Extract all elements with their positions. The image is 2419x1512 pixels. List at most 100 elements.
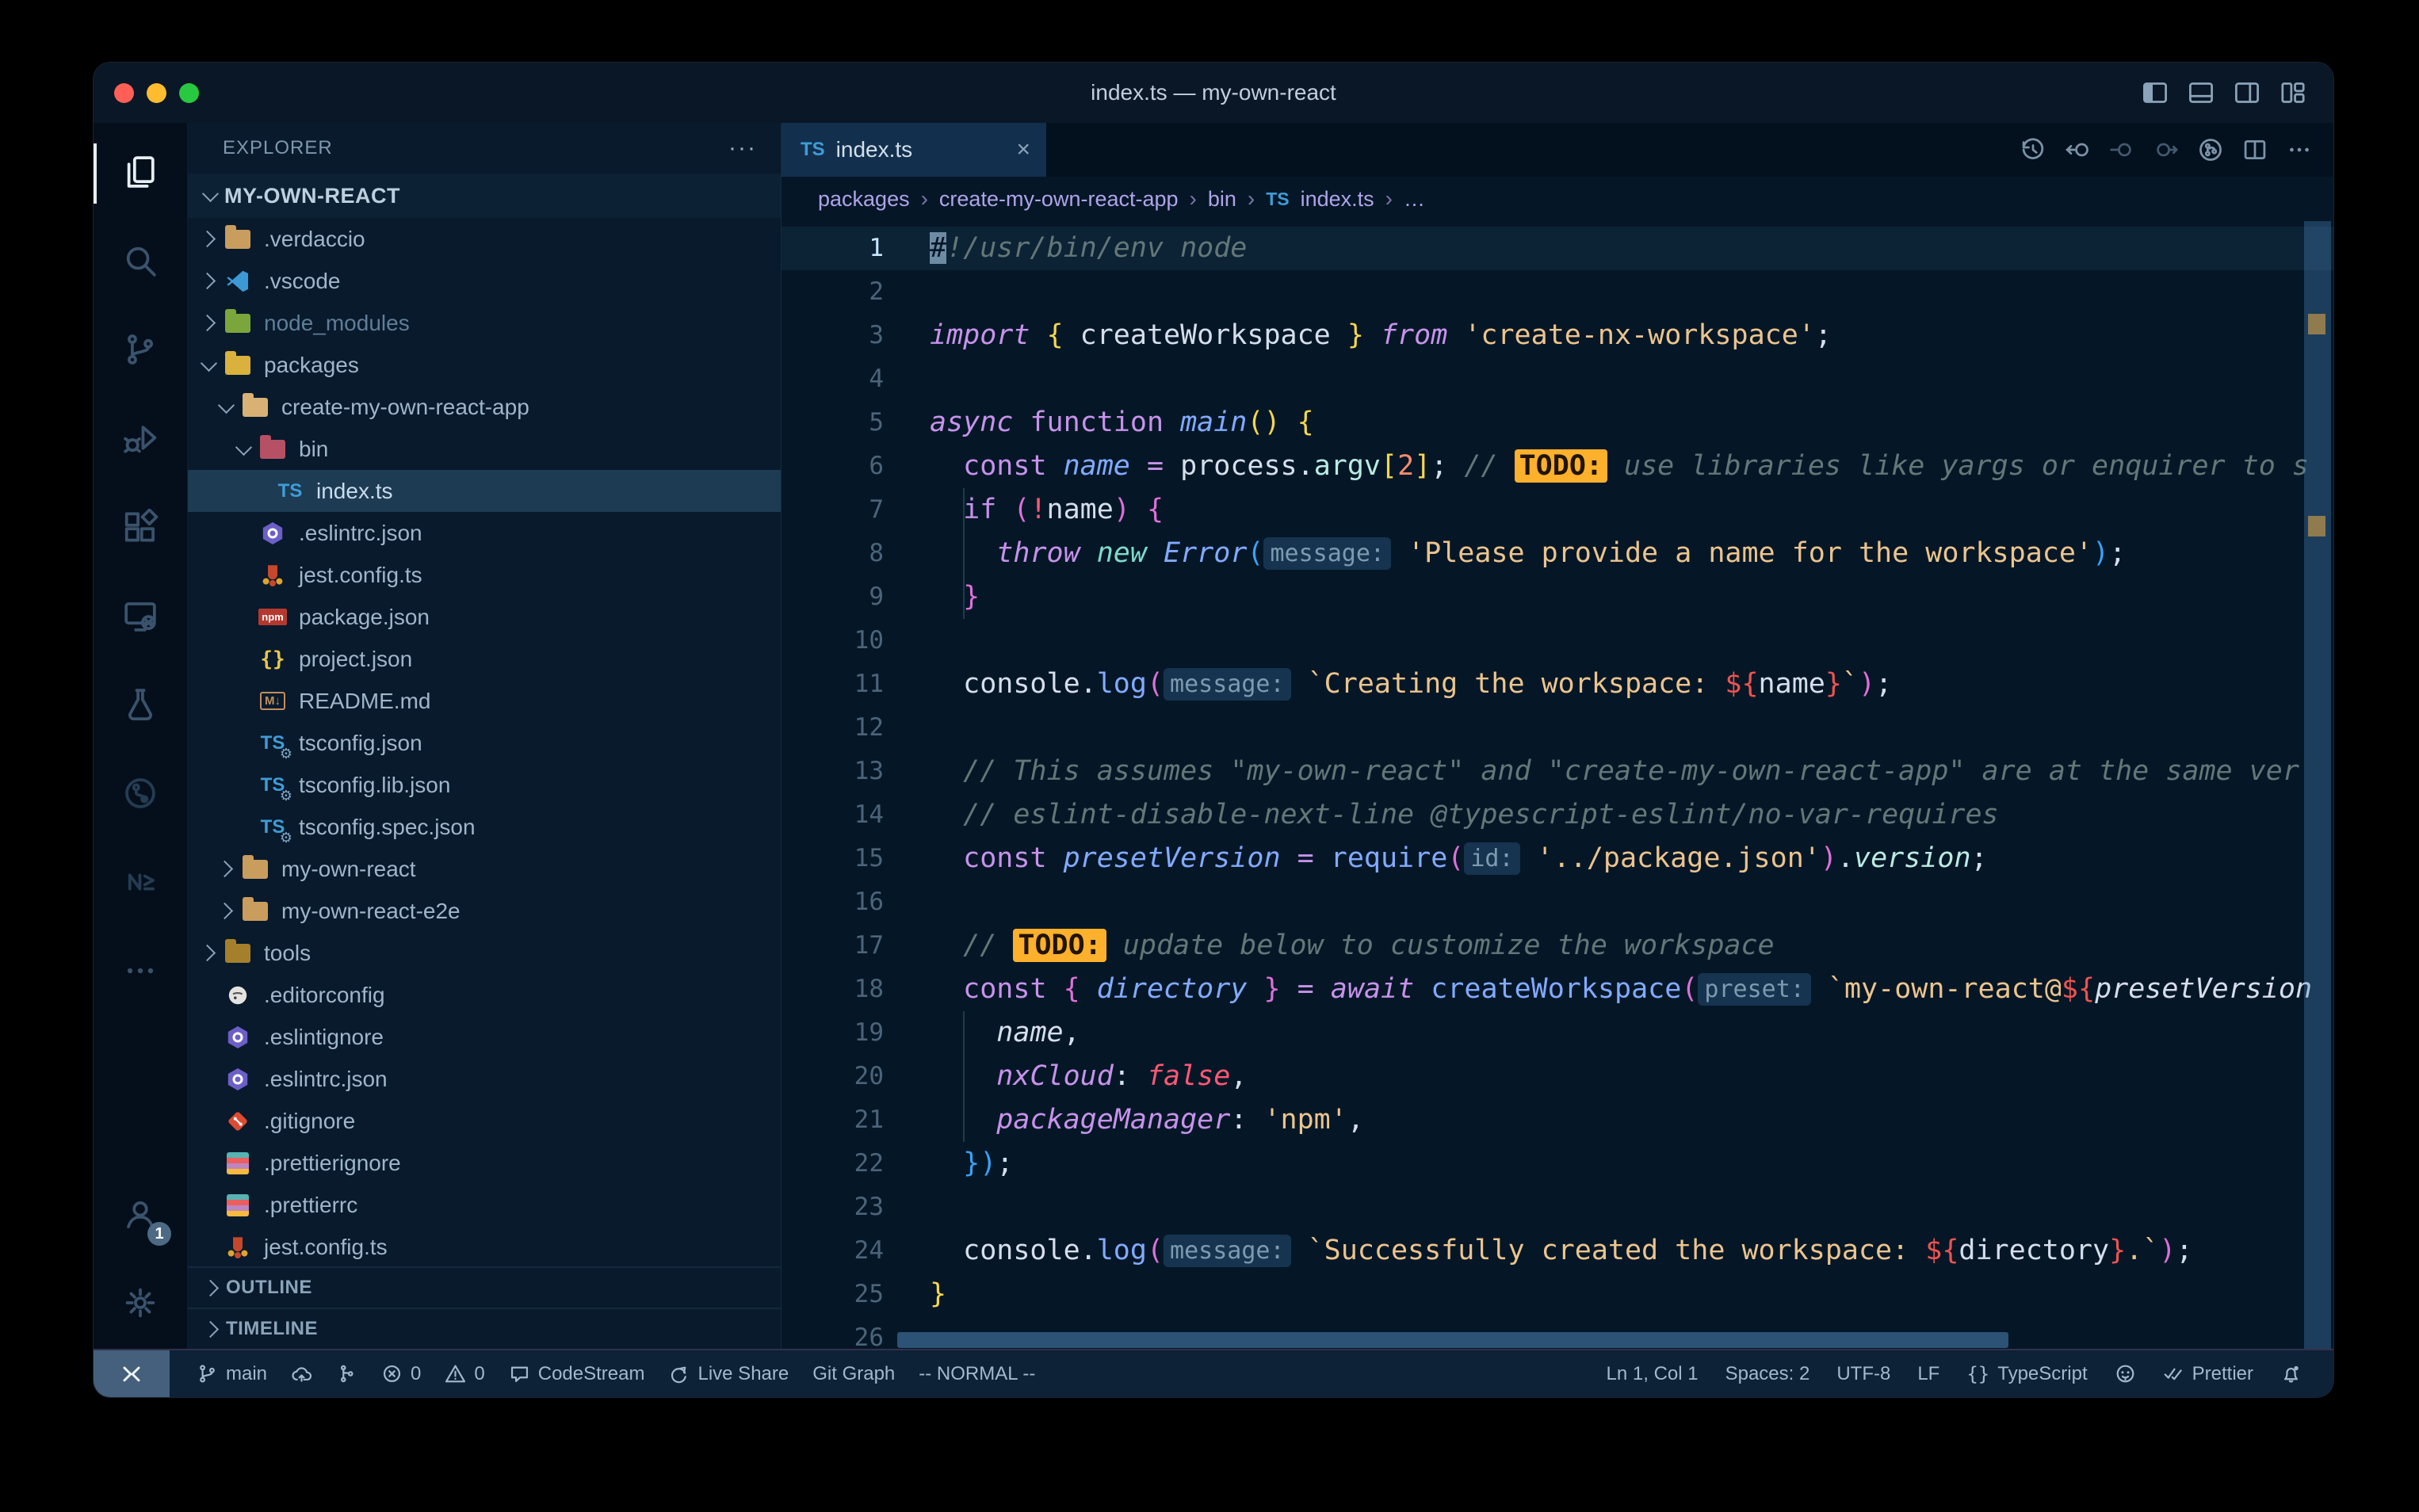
activity-source-control[interactable]: [94, 307, 187, 395]
git-graph-button[interactable]: [336, 1363, 357, 1384]
tree-item[interactable]: packages: [188, 344, 781, 386]
tree-item-label: .eslintrc.json: [264, 1067, 388, 1092]
remote-indicator[interactable]: [94, 1350, 170, 1397]
explorer-sidebar: EXPLORER ··· MY-OWN-REACT .verdaccio.vsc…: [188, 123, 781, 1349]
tree-item[interactable]: .eslintrc.json: [188, 1058, 781, 1100]
timeline-history-button[interactable]: [2020, 136, 2046, 163]
token: log: [1097, 1235, 1147, 1266]
folder-shape: [243, 902, 268, 921]
timeline-section[interactable]: TIMELINE: [188, 1308, 781, 1349]
indentation[interactable]: Spaces: 2: [1725, 1363, 1810, 1385]
nav-forward-button[interactable]: [2153, 136, 2180, 163]
activity-search[interactable]: [94, 218, 187, 307]
open-changes-button[interactable]: [2064, 136, 2091, 163]
toggle-secondary-sidebar-button[interactable]: [2234, 79, 2260, 106]
tree-item[interactable]: .vscode: [188, 260, 781, 302]
vim-mode[interactable]: -- NORMAL --: [919, 1363, 1035, 1385]
error-icon: [381, 1363, 403, 1384]
activity-explorer[interactable]: [94, 129, 187, 218]
notifications[interactable]: [2280, 1363, 2302, 1384]
tree-item-label: .editorconfig: [264, 983, 385, 1008]
code-editor[interactable]: 1#!/usr/bin/env node23import { createWor…: [781, 221, 2333, 1349]
breadcrumb-item[interactable]: bin: [1208, 187, 1236, 212]
customize-layout-button[interactable]: [2280, 79, 2306, 106]
tree-item[interactable]: npmpackage.json: [188, 596, 781, 638]
tree-item[interactable]: node_modules: [188, 302, 781, 344]
codestream[interactable]: CodeStream: [509, 1363, 645, 1385]
activity-remote-explorer[interactable]: [94, 573, 187, 662]
inlay-hint: preset:: [1698, 973, 1810, 1006]
tree-item-label: .eslintrc.json: [299, 521, 422, 546]
live-share[interactable]: Live Share: [668, 1363, 789, 1385]
titlebar-layout-controls: [2142, 79, 2306, 106]
token: ): [1859, 668, 1875, 700]
tree-item[interactable]: M↓README.md: [188, 680, 781, 722]
tree-item[interactable]: .verdaccio: [188, 218, 781, 260]
tree-item[interactable]: my-own-react-e2e: [188, 890, 781, 932]
activity-nx-console[interactable]: [94, 839, 187, 928]
sidebar-more-actions-icon[interactable]: ···: [728, 135, 757, 162]
tree-item[interactable]: .eslintignore: [188, 1016, 781, 1058]
prettier[interactable]: Prettier: [2163, 1363, 2253, 1385]
tree-item[interactable]: bin: [188, 428, 781, 470]
tree-item[interactable]: TS⚙tsconfig.spec.json: [188, 806, 781, 848]
breadcrumb-item[interactable]: create-my-own-react-app: [939, 187, 1179, 212]
tree-item[interactable]: create-my-own-react-app: [188, 386, 781, 428]
token: [930, 755, 963, 787]
tree-item[interactable]: TS⚙tsconfig.json: [188, 722, 781, 764]
github-octoface[interactable]: [2115, 1363, 2136, 1384]
activity-run-and-debug[interactable]: [94, 395, 187, 484]
nav-back-button[interactable]: [2108, 136, 2135, 163]
token: (: [1681, 973, 1698, 1005]
encoding[interactable]: UTF-8: [1836, 1363, 1890, 1385]
language-mode[interactable]: {}TypeScript: [1966, 1363, 2087, 1385]
outline-section[interactable]: OUTLINE: [188, 1266, 781, 1308]
warnings[interactable]: 0: [445, 1363, 484, 1385]
tree-item[interactable]: .prettierignore: [188, 1142, 781, 1184]
split-editor-button[interactable]: [2241, 136, 2268, 163]
pull-request-button[interactable]: [2197, 136, 2224, 163]
activity-extensions[interactable]: [94, 484, 187, 573]
token: //: [1464, 450, 1514, 482]
tree-item[interactable]: my-own-react: [188, 848, 781, 890]
activity-testing[interactable]: [94, 662, 187, 750]
more-actions-button[interactable]: [2286, 136, 2313, 163]
tree-item[interactable]: .editorconfig: [188, 974, 781, 1016]
tab-index-ts[interactable]: TS index.ts ×: [781, 123, 1046, 177]
eol-label: LF: [1917, 1363, 1939, 1385]
eol[interactable]: LF: [1917, 1363, 1939, 1385]
cursor-position[interactable]: Ln 1, Col 1: [1607, 1363, 1699, 1385]
breadcrumb-item[interactable]: packages: [818, 187, 910, 212]
breadcrumb-item[interactable]: …: [1404, 187, 1425, 212]
tree-item[interactable]: {}project.json: [188, 638, 781, 680]
tree-root-row[interactable]: MY-OWN-REACT: [188, 174, 781, 218]
horizontal-scrollbar[interactable]: [897, 1332, 2008, 1348]
activity-additional-views[interactable]: [94, 928, 187, 1017]
folder-icon: [240, 855, 270, 884]
tree-item[interactable]: .eslintrc.json: [188, 512, 781, 554]
tree-item[interactable]: jest.config.ts: [188, 554, 781, 596]
activity-accounts[interactable]: 1: [94, 1171, 187, 1260]
tree-item[interactable]: .gitignore: [188, 1100, 781, 1142]
git-graph[interactable]: Git Graph: [812, 1363, 895, 1385]
tree-item[interactable]: TS⚙tsconfig.lib.json: [188, 764, 781, 806]
activity-gitlens[interactable]: [94, 750, 187, 839]
tree-item[interactable]: jest.config.ts: [188, 1226, 781, 1266]
git-branch-label: main: [226, 1363, 267, 1385]
errors[interactable]: 0: [381, 1363, 421, 1385]
token: throw: [996, 537, 1096, 569]
breadcrumb-item[interactable]: index.ts: [1301, 187, 1374, 212]
token: async: [930, 407, 1030, 438]
token: await: [1331, 973, 1431, 1005]
token: `: [1842, 668, 1859, 700]
publish-changes[interactable]: [291, 1363, 312, 1384]
close-tab-icon[interactable]: ×: [1016, 136, 1030, 163]
tree-item[interactable]: tools: [188, 932, 781, 974]
toggle-panel-button[interactable]: [2188, 79, 2215, 106]
vertical-scrollbar[interactable]: [2304, 221, 2331, 1349]
toggle-primary-sidebar-button[interactable]: [2142, 79, 2169, 106]
activity-settings[interactable]: [94, 1260, 187, 1349]
tree-item[interactable]: TSindex.ts: [188, 470, 781, 512]
tree-item[interactable]: .prettierrc: [188, 1184, 781, 1226]
git-branch[interactable]: main: [197, 1363, 267, 1385]
